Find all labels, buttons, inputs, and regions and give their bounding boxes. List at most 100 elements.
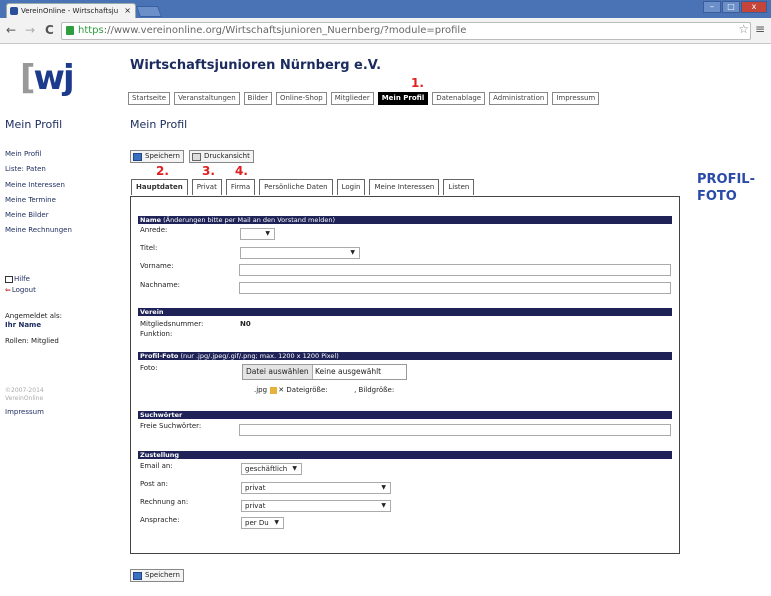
sidebar-impressum-link[interactable]: Impressum <box>5 408 44 416</box>
sidebar-item-rechnungen[interactable]: Meine Rechnungen <box>5 223 72 238</box>
logout-link[interactable]: ⇐Logout <box>5 285 36 296</box>
titel-select[interactable]: ▼ <box>240 247 360 259</box>
rechnung-an-select[interactable]: privat ▼ <box>241 500 391 512</box>
section-name: Name (Änderungen bitte per Mail an den V… <box>138 216 672 224</box>
freie-suchwoerter-input[interactable] <box>239 424 671 436</box>
nav-mitglieder[interactable]: Mitglieder <box>330 92 374 105</box>
tab-login[interactable]: Login <box>336 179 366 195</box>
chevron-down-icon: ▼ <box>292 465 297 472</box>
nachname-label: Nachname: <box>140 281 181 289</box>
minimize-button[interactable]: – <box>703 1 721 13</box>
dateigroesse-label: Dateigröße: <box>286 386 328 394</box>
chevron-down-icon: ▼ <box>274 519 279 526</box>
logged-in-label: Angemeldet als: <box>5 312 63 320</box>
email-an-label: Email an: <box>140 462 173 470</box>
copyright-year: ©2007-2014 <box>5 387 44 394</box>
nav-mein-profil[interactable]: Mein Profil <box>377 92 429 105</box>
nav-datenablage[interactable]: Datenablage <box>432 92 486 105</box>
user-info: Angemeldet als: Ihr Name <box>5 312 62 330</box>
chevron-down-icon: ▼ <box>381 484 386 491</box>
help-link[interactable]: Hilfe <box>5 274 36 285</box>
bildgroesse-label: , Bildgröße: <box>354 386 395 394</box>
anrede-label: Anrede: <box>140 226 168 234</box>
profile-tabs: Hauptdaten Privat Firma Persönliche Date… <box>131 179 475 195</box>
anrede-select[interactable]: ▼ <box>240 228 275 240</box>
maximize-button[interactable]: □ <box>722 1 740 13</box>
post-an-label: Post an: <box>140 480 168 488</box>
help-label: Hilfe <box>14 275 30 283</box>
tab-persoenliche-daten[interactable]: Persönliche Daten <box>259 179 333 195</box>
tab-firma[interactable]: Firma <box>225 179 256 195</box>
profile-photo-label-1: PROFIL- <box>697 172 755 187</box>
sidebar-item-bilder[interactable]: Meine Bilder <box>5 208 72 223</box>
save-button[interactable]: Speichern <box>130 150 184 163</box>
arrow-left-icon: ⇐ <box>5 286 11 294</box>
section-foto-note: (nur .jpg/.jpeg/.gif/.png; max. 1200 x 1… <box>178 352 339 360</box>
vorname-input[interactable] <box>239 264 671 276</box>
lock-icon <box>66 26 74 35</box>
nav-impressum[interactable]: Impressum <box>552 92 600 105</box>
logo-bracket: [ <box>20 58 35 98</box>
browser-menu-icon[interactable]: ≡ <box>755 22 765 36</box>
url-input[interactable]: https://www.vereinonline.org/Wirtschafts… <box>61 22 751 40</box>
reload-icon[interactable]: C <box>45 23 54 37</box>
tab-listen[interactable]: Listen <box>443 179 475 195</box>
sidebar-item-paten[interactable]: Liste: Paten <box>5 162 72 177</box>
form-panel: Name (Änderungen bitte per Mail an den V… <box>130 196 680 554</box>
ansprache-value: per Du <box>245 519 269 527</box>
forward-icon[interactable]: → <box>25 23 35 37</box>
back-icon[interactable]: ← <box>6 23 16 37</box>
url-scheme: https <box>78 25 104 36</box>
section-verein-title: Verein <box>140 308 164 316</box>
nav-online-shop[interactable]: Online-Shop <box>275 92 327 105</box>
browser-titlebar: VereinOnline - Wirtschaftsju × – □ x <box>0 0 771 18</box>
email-an-select[interactable]: geschäftlich ▼ <box>241 463 302 475</box>
profile-photo-placeholder: PROFIL- FOTO <box>697 171 755 205</box>
edit-icon[interactable] <box>270 386 278 394</box>
file-ext: .jpg <box>254 386 268 394</box>
tab-hauptdaten[interactable]: Hauptdaten <box>131 179 188 195</box>
save-button-bottom[interactable]: Speichern <box>130 569 184 582</box>
nachname-input[interactable] <box>239 282 671 294</box>
browser-tab[interactable]: VereinOnline - Wirtschaftsju × <box>6 3 136 18</box>
sidebar-item-mein-profil[interactable]: Mein Profil <box>5 147 72 162</box>
bookmark-star-icon[interactable]: ☆ <box>738 22 749 36</box>
file-status: Keine ausgewählt <box>314 367 382 376</box>
nav-startseite[interactable]: Startseite <box>128 92 171 105</box>
help-block: Hilfe ⇐Logout <box>5 274 36 296</box>
section-zustellung: Zustellung <box>138 451 672 459</box>
delete-icon[interactable]: ✕ <box>278 386 284 394</box>
tab-meine-interessen[interactable]: Meine Interessen <box>369 179 440 195</box>
tab-close-icon[interactable]: × <box>124 4 131 18</box>
save-label-bottom: Speichern <box>145 571 180 579</box>
file-upload-input[interactable]: Datei auswählen Keine ausgewählt <box>242 364 407 380</box>
top-navigation: Startseite Veranstaltungen Bilder Online… <box>128 92 600 105</box>
section-verein: Verein <box>138 308 672 316</box>
address-bar-row: ← → C https://www.vereinonline.org/Wirts… <box>0 18 771 44</box>
close-window-button[interactable]: x <box>741 1 767 13</box>
url-path: ://www.vereinonline.org/Wirtschaftsjunio… <box>103 25 467 36</box>
mitgliedsnummer-label: Mitgliedsnummer: <box>140 320 204 328</box>
new-tab-button[interactable] <box>135 6 163 17</box>
section-name-note: (Änderungen bitte per Mail an den Vorsta… <box>161 216 335 224</box>
logout-label: Logout <box>11 286 36 294</box>
file-choose-button[interactable]: Datei auswählen <box>243 365 313 379</box>
print-button[interactable]: Druckansicht <box>189 150 254 163</box>
print-icon <box>192 153 201 161</box>
tab-privat[interactable]: Privat <box>191 179 222 195</box>
nav-veranstaltungen[interactable]: Veranstaltungen <box>174 92 240 105</box>
sidebar-item-termine[interactable]: Meine Termine <box>5 193 72 208</box>
marker-3: 3. <box>202 164 215 178</box>
sidebar-item-interessen[interactable]: Meine Interessen <box>5 178 72 193</box>
nav-administration[interactable]: Administration <box>489 92 549 105</box>
post-an-select[interactable]: privat ▼ <box>241 482 391 494</box>
post-an-value: privat <box>245 484 266 492</box>
section-suchwoerter: Suchwörter <box>138 411 672 419</box>
save-label: Speichern <box>145 152 180 160</box>
nav-bilder[interactable]: Bilder <box>243 92 272 105</box>
rechnung-an-value: privat <box>245 502 266 510</box>
ansprache-select[interactable]: per Du ▼ <box>241 517 284 529</box>
site-logo[interactable]: [wj <box>20 58 75 98</box>
roles-text: Rollen: Mitglied <box>5 337 59 345</box>
marker-1: 1. <box>411 76 424 90</box>
